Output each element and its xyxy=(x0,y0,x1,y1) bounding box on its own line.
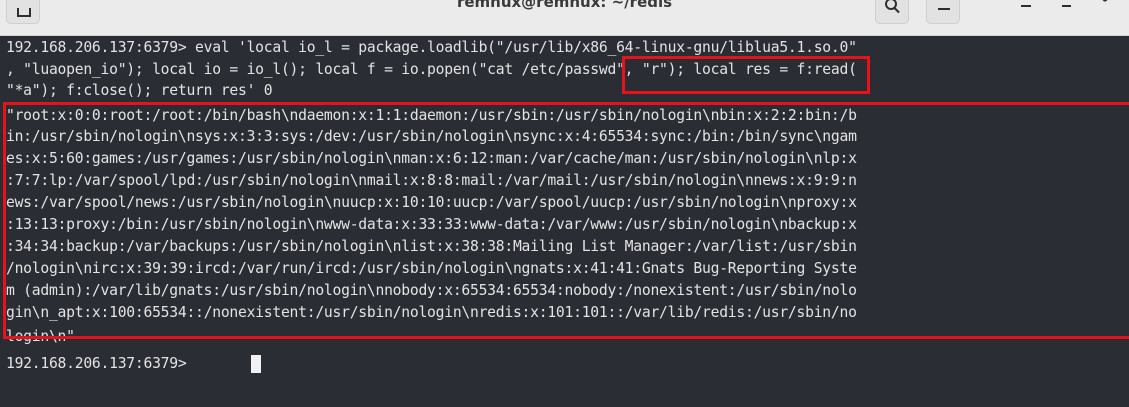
menu-button[interactable] xyxy=(926,0,960,24)
terminal-prompt: 192.168.206.137:6379> xyxy=(6,355,196,372)
output-highlight-box xyxy=(3,102,1129,339)
maximize-icon xyxy=(1062,5,1071,7)
maximize-button[interactable] xyxy=(1052,0,1082,18)
close-button[interactable] xyxy=(1090,0,1120,18)
search-icon xyxy=(885,0,900,14)
command-highlight-box xyxy=(622,56,870,94)
hamburger-menu-icon xyxy=(938,8,950,10)
search-button[interactable] xyxy=(875,0,909,24)
terminal-line: "*a"); f:close(); return res' 0 xyxy=(6,82,273,99)
minimize-button[interactable] xyxy=(1012,0,1042,18)
terminal-window: remnux@remnux: ~/redis 192.168.206.137:6… xyxy=(0,0,1129,407)
minimize-icon xyxy=(1021,5,1031,7)
close-icon xyxy=(1102,0,1108,2)
scrollbar[interactable] xyxy=(1123,36,1129,407)
text-cursor xyxy=(251,355,261,373)
title-bar[interactable]: remnux@remnux: ~/redis xyxy=(0,0,1129,36)
terminal-line: 192.168.206.137:6379> eval 'local io_l =… xyxy=(6,39,857,56)
